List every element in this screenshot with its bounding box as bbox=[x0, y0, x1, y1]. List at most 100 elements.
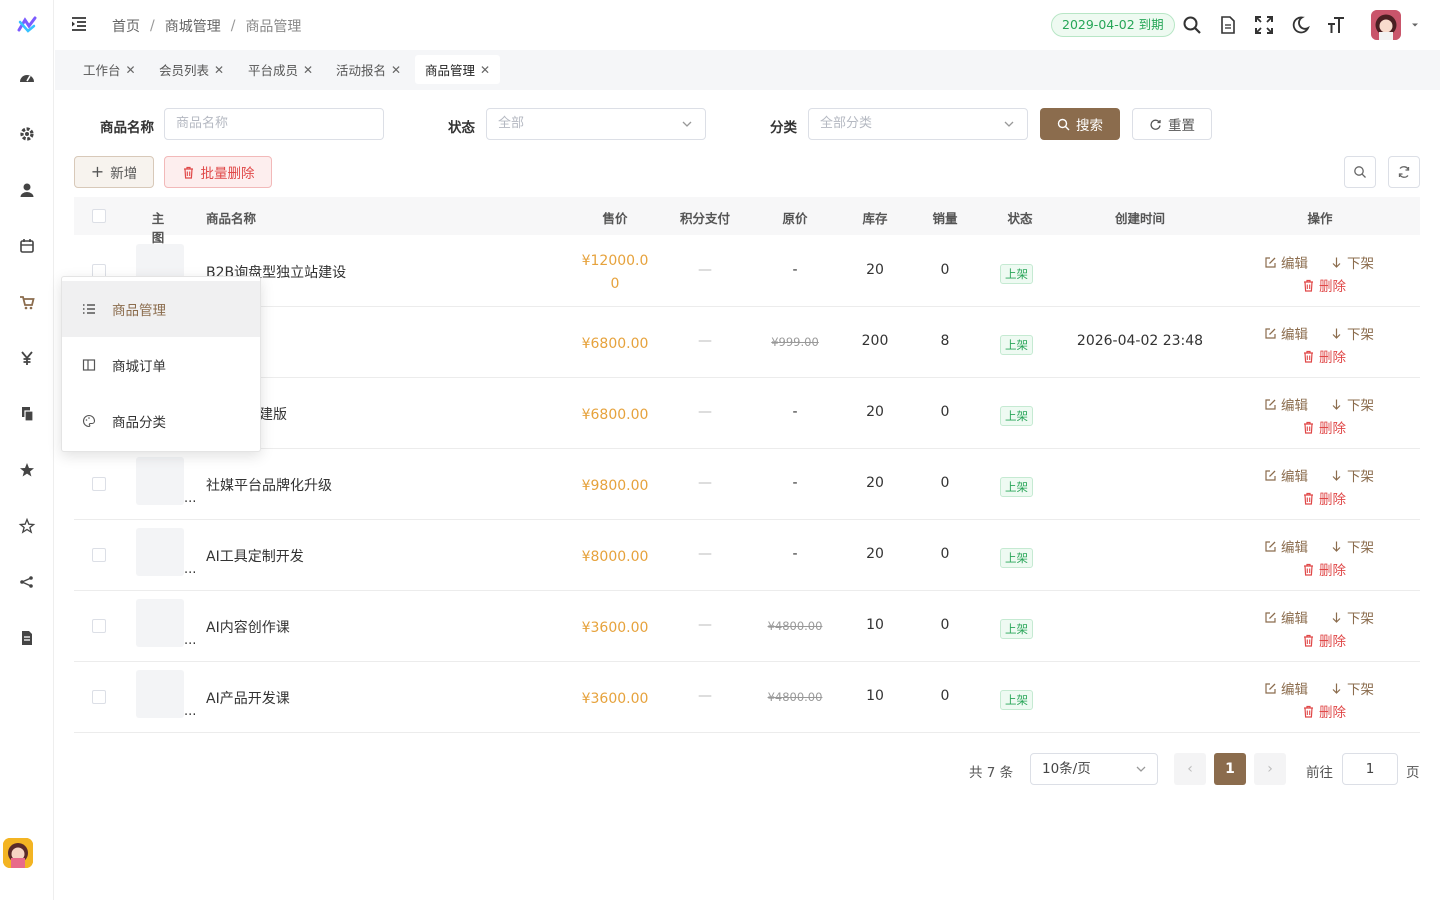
product-name-input[interactable]: 商品名称 bbox=[164, 108, 384, 140]
delete-button[interactable]: 删除 bbox=[1302, 488, 1346, 508]
off-shelf-button[interactable]: 下架 bbox=[1330, 536, 1374, 556]
row-checkbox[interactable] bbox=[92, 477, 106, 491]
page-number-button[interactable]: 1 bbox=[1214, 753, 1246, 785]
select-all-checkbox[interactable] bbox=[92, 209, 106, 223]
submenu-item-product-management[interactable]: 商品管理 bbox=[62, 281, 260, 337]
close-icon[interactable]: ✕ bbox=[391, 63, 401, 77]
row-checkbox[interactable] bbox=[92, 690, 106, 704]
off-shelf-button[interactable]: 下架 bbox=[1330, 252, 1374, 272]
edit-button[interactable]: 编辑 bbox=[1264, 323, 1308, 343]
star-filled-icon[interactable] bbox=[17, 460, 37, 480]
chevron-down-icon[interactable] bbox=[1410, 20, 1420, 30]
delete-button[interactable]: 删除 bbox=[1302, 630, 1346, 650]
toggle-search-button[interactable] bbox=[1344, 156, 1376, 188]
breadcrumb-mall[interactable]: 商城管理 bbox=[165, 16, 221, 36]
stock: 20 bbox=[866, 475, 884, 491]
stock: 20 bbox=[866, 404, 884, 420]
sale-price-line: ¥6800.00 bbox=[581, 407, 649, 423]
close-icon[interactable]: ✕ bbox=[214, 63, 224, 77]
star-outline-icon[interactable] bbox=[17, 516, 37, 536]
arrow-down-icon bbox=[1332, 399, 1341, 410]
avatar[interactable] bbox=[3, 838, 33, 868]
category-select[interactable]: 全部分类 bbox=[808, 108, 1028, 140]
tab-activity-signup[interactable]: 活动报名 ✕ bbox=[326, 55, 411, 84]
close-icon[interactable]: ✕ bbox=[303, 63, 313, 77]
page-size-select[interactable]: 10条/页 bbox=[1030, 753, 1158, 785]
goto-page-input[interactable]: 1 bbox=[1342, 753, 1398, 785]
user-icon[interactable] bbox=[17, 180, 37, 200]
calendar-icon[interactable] bbox=[17, 236, 37, 256]
off-shelf-button[interactable]: 下架 bbox=[1330, 465, 1374, 485]
add-button[interactable]: + 新增 bbox=[74, 156, 154, 188]
off-shelf-button[interactable]: 下架 bbox=[1330, 678, 1374, 698]
delete-button[interactable]: 删除 bbox=[1302, 275, 1346, 295]
edit-button[interactable]: 编辑 bbox=[1264, 607, 1308, 627]
cart-icon[interactable] bbox=[17, 292, 37, 312]
column-header: 商品名称 bbox=[206, 211, 257, 226]
category-label: 分类 bbox=[770, 120, 797, 136]
reset-button[interactable]: 重置 bbox=[1132, 108, 1212, 140]
arrow-down-icon bbox=[1332, 683, 1341, 694]
tab-product-management[interactable]: 商品管理 ✕ bbox=[415, 55, 501, 84]
trash-icon bbox=[1304, 421, 1313, 434]
status-select[interactable]: 全部 bbox=[486, 108, 706, 140]
tab-label: 工作台 bbox=[83, 63, 121, 78]
refresh-button[interactable] bbox=[1388, 156, 1420, 188]
column-header: 库存 bbox=[862, 211, 888, 226]
share-icon[interactable] bbox=[17, 572, 37, 592]
document-icon[interactable] bbox=[1217, 14, 1239, 36]
points-payment: — bbox=[698, 262, 712, 278]
edit-button[interactable]: 编辑 bbox=[1264, 536, 1308, 556]
edit-icon bbox=[1265, 469, 1276, 481]
off-shelf-button[interactable]: 下架 bbox=[1330, 323, 1374, 343]
menu-collapse-icon[interactable] bbox=[69, 14, 89, 34]
row-checkbox[interactable] bbox=[92, 619, 106, 633]
created-time: 2026-04-02 23:48 bbox=[1076, 333, 1204, 349]
off-shelf-button[interactable]: 下架 bbox=[1330, 394, 1374, 414]
delete-button[interactable]: 删除 bbox=[1302, 346, 1346, 366]
edit-button[interactable]: 编辑 bbox=[1264, 465, 1308, 485]
tab-workbench[interactable]: 工作台 ✕ bbox=[73, 55, 146, 84]
dashboard-icon[interactable] bbox=[17, 68, 37, 88]
yen-icon[interactable] bbox=[17, 348, 37, 368]
app-logo-icon[interactable] bbox=[16, 14, 38, 36]
sales: 0 bbox=[940, 404, 950, 420]
category-select-value: 全部分类 bbox=[820, 116, 873, 131]
goto-unit: 页 bbox=[1406, 765, 1420, 781]
breadcrumb-home[interactable]: 首页 bbox=[112, 16, 140, 36]
tab-platform-members[interactable]: 平台成员 ✕ bbox=[238, 55, 323, 84]
points-payment: — bbox=[698, 688, 712, 704]
submenu-item-product-category[interactable]: 商品分类 bbox=[62, 393, 260, 449]
edit-button[interactable]: 编辑 bbox=[1264, 252, 1308, 272]
font-size-icon[interactable] bbox=[1325, 14, 1347, 36]
close-icon[interactable]: ✕ bbox=[480, 63, 490, 77]
close-icon[interactable]: ✕ bbox=[126, 63, 136, 77]
edit-label: 编辑 bbox=[1281, 540, 1308, 556]
left-rail bbox=[0, 0, 54, 900]
gear-icon[interactable] bbox=[17, 124, 37, 144]
off-shelf-label: 下架 bbox=[1347, 398, 1374, 414]
status-badge: 上架 bbox=[1000, 264, 1033, 284]
submenu-item-mall-orders[interactable]: 商城订单 bbox=[62, 337, 260, 393]
next-page-button[interactable]: › bbox=[1254, 753, 1286, 785]
submenu-label: 商品分类 bbox=[112, 415, 166, 431]
edit-button[interactable]: 编辑 bbox=[1264, 678, 1308, 698]
delete-button[interactable]: 删除 bbox=[1302, 701, 1346, 721]
user-avatar[interactable] bbox=[1371, 10, 1401, 40]
tab-member-list[interactable]: 会员列表 ✕ bbox=[149, 55, 234, 84]
delete-button[interactable]: 删除 bbox=[1302, 417, 1346, 437]
fullscreen-icon[interactable] bbox=[1253, 14, 1275, 36]
search-button[interactable]: 搜索 bbox=[1040, 108, 1120, 140]
tab-label: 平台成员 bbox=[248, 63, 299, 78]
copy-icon[interactable] bbox=[17, 404, 37, 424]
batch-delete-button[interactable]: 批量删除 bbox=[164, 156, 272, 188]
tab-label: 商品管理 bbox=[425, 63, 476, 78]
row-checkbox[interactable] bbox=[92, 548, 106, 562]
file-text-icon[interactable] bbox=[17, 628, 37, 648]
off-shelf-button[interactable]: 下架 bbox=[1330, 607, 1374, 627]
moon-icon[interactable] bbox=[1289, 14, 1311, 36]
prev-page-button[interactable]: ‹ bbox=[1174, 753, 1206, 785]
edit-button[interactable]: 编辑 bbox=[1264, 394, 1308, 414]
search-icon[interactable] bbox=[1181, 14, 1203, 36]
delete-button[interactable]: 删除 bbox=[1302, 559, 1346, 579]
